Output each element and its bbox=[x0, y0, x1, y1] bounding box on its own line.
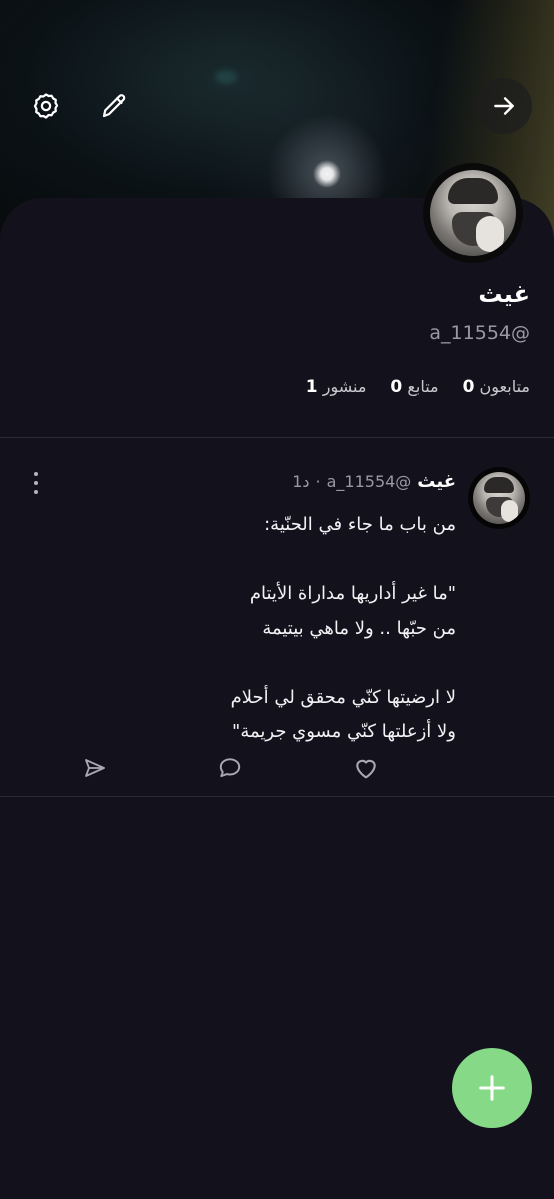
divider-top bbox=[0, 437, 554, 438]
edit-profile-button[interactable] bbox=[86, 78, 142, 134]
stat-posts-label: منشور bbox=[322, 377, 367, 396]
cover-glow bbox=[215, 70, 237, 84]
profile-stats: 0 متابعون 0 متابع 1 منشور bbox=[302, 377, 530, 397]
stat-followers-label: متابعون bbox=[479, 377, 530, 396]
comment-icon bbox=[219, 758, 241, 778]
post-more-button[interactable] bbox=[26, 472, 46, 494]
dot-icon bbox=[34, 490, 38, 494]
comment-button[interactable] bbox=[215, 753, 245, 783]
post-time: 1د bbox=[292, 472, 310, 491]
post-author-avatar[interactable] bbox=[468, 467, 530, 529]
pencil-icon bbox=[102, 94, 126, 118]
stat-followers[interactable]: 0 متابعون bbox=[459, 377, 530, 397]
like-button[interactable] bbox=[351, 753, 381, 783]
gear-icon bbox=[33, 93, 59, 119]
send-icon bbox=[85, 759, 105, 777]
share-button[interactable] bbox=[80, 753, 110, 783]
divider-bottom bbox=[0, 796, 554, 797]
avatar-photo bbox=[430, 170, 516, 256]
post-author-name[interactable]: غيث bbox=[417, 471, 456, 492]
stat-following[interactable]: 0 متابع bbox=[386, 377, 438, 397]
stat-posts-value: 1 bbox=[305, 377, 318, 397]
stat-followers-value: 0 bbox=[462, 377, 475, 397]
new-post-button[interactable] bbox=[452, 1048, 532, 1128]
dot-icon bbox=[34, 472, 38, 476]
dot-icon bbox=[34, 481, 38, 485]
plus-icon bbox=[479, 1075, 505, 1101]
back-button[interactable] bbox=[476, 78, 532, 134]
stat-following-label: متابع bbox=[407, 377, 439, 396]
post-separator: · bbox=[315, 472, 321, 491]
profile-handle: a_11554@ bbox=[429, 322, 530, 344]
post-text: من باب ما جاء في الحنّية: "ما غير أداريه… bbox=[230, 514, 456, 742]
post-avatar-photo bbox=[473, 472, 525, 524]
arrow-right-icon bbox=[494, 97, 514, 115]
post-author-handle: a_11554@ bbox=[326, 472, 412, 491]
heart-icon bbox=[356, 759, 376, 779]
profile-avatar[interactable] bbox=[423, 163, 523, 263]
stat-posts[interactable]: 1 منشور bbox=[302, 377, 367, 397]
profile-name: غيث bbox=[478, 280, 530, 308]
stat-following-value: 0 bbox=[390, 377, 403, 397]
post-header: غيث a_11554@ · 1د bbox=[292, 471, 456, 492]
settings-button[interactable] bbox=[18, 78, 74, 134]
